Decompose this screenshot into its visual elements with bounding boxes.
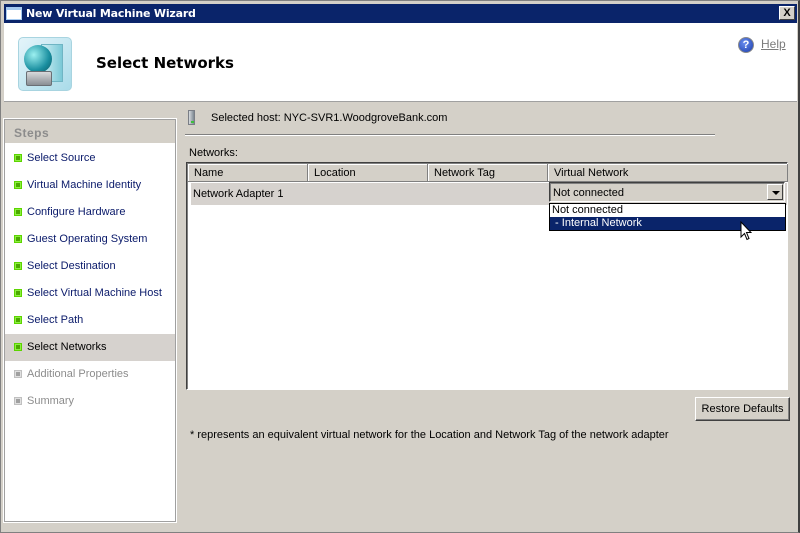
step-guest-operating-system[interactable]: Guest Operating System: [5, 226, 175, 253]
column-header-virtual-network[interactable]: Virtual Network: [548, 164, 788, 182]
step-complete-icon: [14, 208, 22, 216]
step-select-vm-host[interactable]: Select Virtual Machine Host: [5, 280, 175, 307]
step-select-networks[interactable]: Select Networks: [5, 334, 175, 361]
step-pending-icon: [14, 370, 22, 378]
step-select-path[interactable]: Select Path: [5, 307, 175, 334]
step-select-destination[interactable]: Select Destination: [5, 253, 175, 280]
steps-heading: Steps: [5, 120, 175, 143]
wizard-header: Select Networks ? Help: [4, 23, 797, 102]
chevron-down-icon[interactable]: [767, 184, 783, 200]
step-select-source[interactable]: Select Source: [5, 145, 175, 172]
dropdown-option-not-connected[interactable]: Not connected: [550, 204, 785, 217]
window-title: New Virtual Machine Wizard: [26, 7, 196, 20]
vm-wizard-logo-icon: [18, 37, 72, 91]
server-icon: [188, 110, 195, 125]
column-header-location[interactable]: Location: [308, 164, 428, 182]
step-additional-properties: Additional Properties: [5, 361, 175, 388]
selected-host-label: Selected host: NYC-SVR1.WoodgroveBank.co…: [211, 112, 448, 124]
step-pending-icon: [14, 397, 22, 405]
networks-label: Networks:: [189, 147, 238, 159]
grid-header: Name Location Network Tag Virtual Networ…: [188, 164, 788, 182]
step-complete-icon: [14, 154, 22, 162]
step-complete-icon: [14, 289, 22, 297]
step-complete-icon: [14, 316, 22, 324]
close-button[interactable]: X: [779, 6, 795, 20]
footnote: * represents an equivalent virtual netwo…: [190, 429, 669, 441]
step-complete-icon: [14, 262, 22, 270]
help-icon[interactable]: ?: [738, 37, 754, 53]
step-configure-hardware[interactable]: Configure Hardware: [5, 199, 175, 226]
steps-panel: Steps Select Source Virtual Machine Iden…: [3, 118, 177, 523]
separator: [185, 134, 715, 136]
step-virtual-machine-identity[interactable]: Virtual Machine Identity: [5, 172, 175, 199]
virtual-network-select[interactable]: Not connected: [549, 182, 785, 202]
selected-value: Not connected: [553, 187, 624, 199]
step-complete-icon: [14, 343, 22, 351]
step-summary: Summary: [5, 388, 175, 415]
title-bar: New Virtual Machine Wizard X: [4, 4, 797, 23]
page-title: Select Networks: [96, 54, 234, 72]
cell-name: Network Adapter 1: [193, 188, 284, 200]
column-header-network-tag[interactable]: Network Tag: [428, 164, 548, 182]
help-link[interactable]: Help: [761, 37, 786, 51]
restore-defaults-button[interactable]: Restore Defaults: [695, 397, 790, 421]
step-complete-icon: [14, 235, 22, 243]
column-header-name[interactable]: Name: [188, 164, 308, 182]
mouse-cursor-icon: [740, 221, 752, 241]
window-icon: [6, 7, 22, 20]
step-complete-icon: [14, 181, 22, 189]
wizard-window: New Virtual Machine Wizard X Select Netw…: [0, 0, 800, 533]
